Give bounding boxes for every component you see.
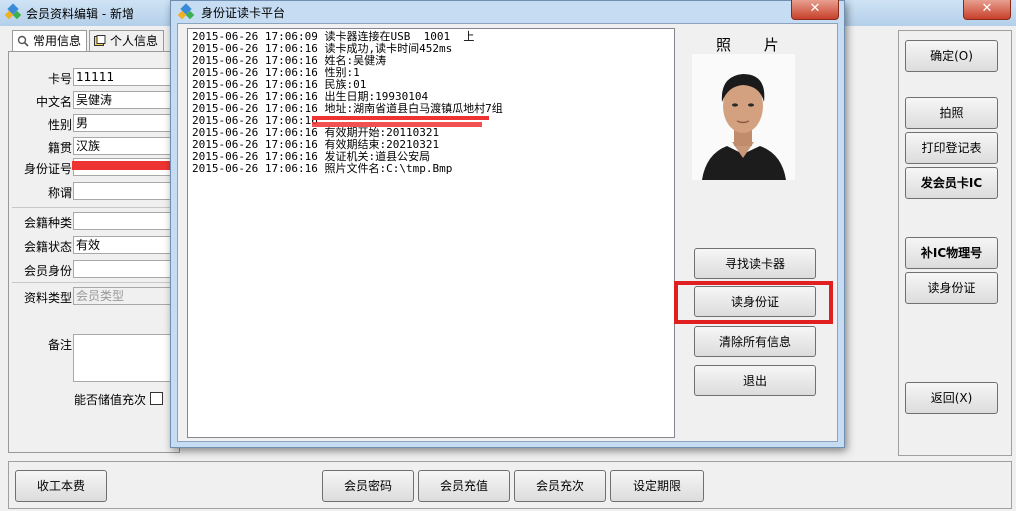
- person-card-icon: [94, 35, 106, 46]
- id-photo: [692, 54, 795, 180]
- photo-button[interactable]: 拍照: [905, 97, 998, 129]
- native-input[interactable]: 汉族: [73, 137, 173, 155]
- dialog-close-button[interactable]: ✕: [791, 0, 839, 20]
- exit-button[interactable]: 退出: [694, 365, 816, 396]
- tab-common-info[interactable]: 常用信息: [12, 30, 87, 51]
- card-no-input[interactable]: 11111: [73, 68, 173, 86]
- photo-label: 照 片: [716, 36, 793, 54]
- set-period-button[interactable]: 设定期限: [610, 470, 704, 502]
- dialog-logo-icon: [177, 3, 195, 20]
- main-window-title: 会员资料编辑 - 新增: [26, 7, 134, 21]
- stored-value-checkbox[interactable]: [150, 392, 163, 405]
- tab-label: 个人信息: [110, 34, 159, 48]
- member-identity-input[interactable]: [73, 260, 173, 278]
- id-reader-dialog: 身份证读卡平台 ✕ 2015-06-26 17:06:09 读卡器连接在USB …: [170, 0, 845, 448]
- membership-status-input[interactable]: 有效: [73, 236, 173, 254]
- chinese-name-label: 中文名: [35, 95, 72, 109]
- member-recharge-times-button[interactable]: 会员充次: [514, 470, 606, 502]
- remark-textarea[interactable]: [73, 334, 173, 382]
- membership-type-input[interactable]: [73, 212, 173, 230]
- form-divider: [12, 207, 174, 208]
- tab-label: 常用信息: [33, 34, 82, 48]
- member-identity-label: 会员身份: [23, 264, 72, 278]
- id-no-label: 身份证号: [23, 162, 72, 176]
- chinese-name-input[interactable]: 吴健涛: [73, 91, 173, 109]
- tab-personal-info[interactable]: 个人信息: [89, 30, 164, 51]
- confirm-button[interactable]: 确定(O): [905, 40, 998, 72]
- title-label: 称谓: [47, 186, 72, 200]
- address-underline: [312, 116, 489, 120]
- id-no-redaction: [72, 161, 176, 170]
- main-close-button[interactable]: ✕: [963, 0, 1011, 20]
- log-time: 2015-06-26 17:06:16: [192, 162, 318, 175]
- stored-value-label: 能否储值充次: [74, 393, 147, 407]
- id-no-log-redaction: [312, 122, 482, 127]
- profile-type-select[interactable]: 会员类型: [73, 287, 173, 305]
- close-icon: ✕: [809, 1, 821, 16]
- read-id-highlight-box: [674, 281, 833, 324]
- remark-label: 备注: [47, 338, 72, 352]
- title-input[interactable]: [73, 182, 173, 200]
- read-id-main-button[interactable]: 读身份证: [905, 272, 998, 304]
- dialog-client-area: 2015-06-26 17:06:09 读卡器连接在USB 1001 上 201…: [177, 23, 838, 442]
- print-form-button[interactable]: 打印登记表: [905, 132, 998, 164]
- membership-status-label: 会籍状态: [23, 240, 72, 254]
- member-password-button[interactable]: 会员密码: [322, 470, 414, 502]
- reader-log-textbox[interactable]: 2015-06-26 17:06:09 读卡器连接在USB 1001 上 201…: [187, 28, 675, 438]
- gender-label: 性别: [47, 118, 72, 132]
- gender-input[interactable]: 男: [73, 114, 173, 132]
- close-icon: ✕: [981, 1, 993, 16]
- supplement-ic-button[interactable]: 补IC物理号: [905, 237, 998, 269]
- log-message: 地址:湖南省道县白马渡镇瓜地村7组: [324, 102, 503, 115]
- back-button[interactable]: 返回(X): [905, 382, 998, 414]
- issue-ic-card-button[interactable]: 发会员卡IC: [905, 167, 998, 199]
- search-user-icon: [17, 35, 29, 47]
- labor-fee-button[interactable]: 收工本费: [15, 470, 107, 502]
- bottom-button-panel: [8, 461, 1012, 509]
- app-logo-icon: [4, 3, 22, 20]
- native-label: 籍贯: [47, 141, 72, 155]
- form-divider: [12, 282, 174, 283]
- profile-type-label: 资料类型: [23, 291, 72, 305]
- clear-all-button[interactable]: 清除所有信息: [694, 326, 816, 357]
- log-line: 2015-06-26 17:06:16 照片文件名:C:\tmp.Bmp: [192, 163, 670, 175]
- find-reader-button[interactable]: 寻找读卡器: [694, 248, 816, 279]
- card-no-label: 卡号: [47, 72, 72, 86]
- membership-type-label: 会籍种类: [23, 216, 72, 230]
- portrait-image: [692, 54, 795, 180]
- log-message: 照片文件名:C:\tmp.Bmp: [324, 162, 453, 175]
- member-recharge-button[interactable]: 会员充值: [418, 470, 510, 502]
- dialog-title: 身份证读卡平台: [201, 6, 286, 20]
